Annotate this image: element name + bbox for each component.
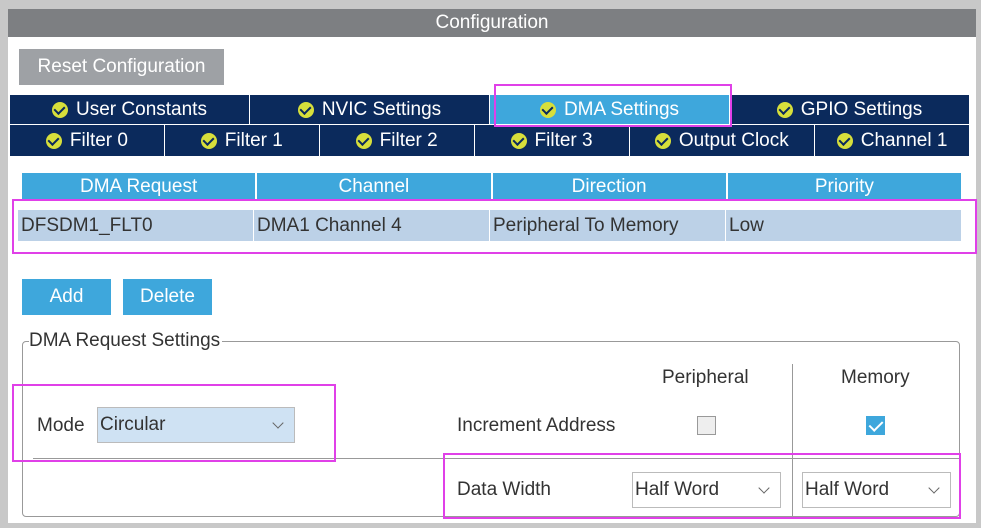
chevron-down-icon bbox=[272, 417, 284, 429]
chevron-down-icon bbox=[928, 482, 940, 494]
tab-nvic-settings[interactable]: NVIC Settings bbox=[250, 95, 490, 124]
memory-column-label: Memory bbox=[841, 367, 910, 388]
cell-channel: DMA1 Channel 4 bbox=[254, 210, 490, 241]
column-header-direction[interactable]: Direction bbox=[493, 173, 728, 200]
check-circle-icon bbox=[654, 132, 671, 149]
add-button[interactable]: Add bbox=[22, 279, 111, 315]
cell-direction: Peripheral To Memory bbox=[490, 210, 726, 241]
column-header-priority[interactable]: Priority bbox=[728, 173, 961, 200]
reset-configuration-button[interactable]: Reset Configuration bbox=[19, 49, 224, 85]
tab-row-secondary: Filter 0 Filter 1 Filter 2 Filter 3 Outp… bbox=[10, 125, 969, 156]
mode-label: Mode bbox=[37, 415, 85, 436]
check-circle-icon bbox=[776, 101, 793, 118]
tab-user-constants[interactable]: User Constants bbox=[10, 95, 250, 124]
tab-dma-settings[interactable]: DMA Settings bbox=[490, 95, 730, 124]
memory-data-width-select[interactable]: Half Word bbox=[802, 472, 951, 508]
tab-row-primary: User Constants NVIC Settings DMA Setting… bbox=[10, 95, 969, 124]
check-circle-icon bbox=[52, 101, 69, 118]
check-circle-icon bbox=[297, 101, 314, 118]
column-header-dma-request[interactable]: DMA Request bbox=[22, 173, 258, 200]
check-circle-icon bbox=[200, 132, 217, 149]
group-title: DMA Request Settings bbox=[29, 330, 223, 352]
peripheral-column-label: Peripheral bbox=[662, 367, 749, 388]
increment-peripheral-checkbox[interactable] bbox=[697, 416, 716, 435]
column-divider bbox=[792, 364, 793, 517]
cell-priority: Low bbox=[729, 215, 764, 236]
column-header-channel[interactable]: Channel bbox=[257, 173, 493, 200]
table-row[interactable]: DFSDM1_FLT0 DMA1 Channel 4 Peripheral To… bbox=[18, 210, 961, 241]
check-circle-icon bbox=[510, 132, 527, 149]
check-circle-icon bbox=[836, 132, 853, 149]
data-width-label: Data Width bbox=[457, 479, 551, 500]
increment-address-label: Increment Address bbox=[457, 415, 616, 436]
tab-output-clock[interactable]: Output Clock bbox=[630, 125, 816, 156]
tab-gpio-settings[interactable]: GPIO Settings bbox=[730, 95, 969, 124]
window-title: Configuration bbox=[8, 9, 976, 37]
tab-filter-2[interactable]: Filter 2 bbox=[320, 125, 475, 156]
check-circle-icon bbox=[539, 101, 556, 118]
cell-dma-request: DFSDM1_FLT0 bbox=[18, 210, 254, 241]
chevron-down-icon bbox=[758, 482, 770, 494]
check-circle-icon bbox=[355, 132, 372, 149]
tab-filter-0[interactable]: Filter 0 bbox=[10, 125, 165, 156]
peripheral-data-width-select[interactable]: Half Word bbox=[632, 472, 781, 508]
check-circle-icon bbox=[45, 132, 62, 149]
tab-filter-1[interactable]: Filter 1 bbox=[165, 125, 320, 156]
tab-channel-1[interactable]: Channel 1 bbox=[815, 125, 969, 156]
increment-memory-checkbox[interactable] bbox=[866, 416, 885, 435]
dma-table-header: DMA Request Channel Direction Priority bbox=[22, 173, 961, 200]
delete-button[interactable]: Delete bbox=[123, 279, 212, 315]
tab-filter-3[interactable]: Filter 3 bbox=[475, 125, 630, 156]
mode-select[interactable]: Circular bbox=[97, 407, 295, 443]
divider bbox=[33, 458, 959, 459]
